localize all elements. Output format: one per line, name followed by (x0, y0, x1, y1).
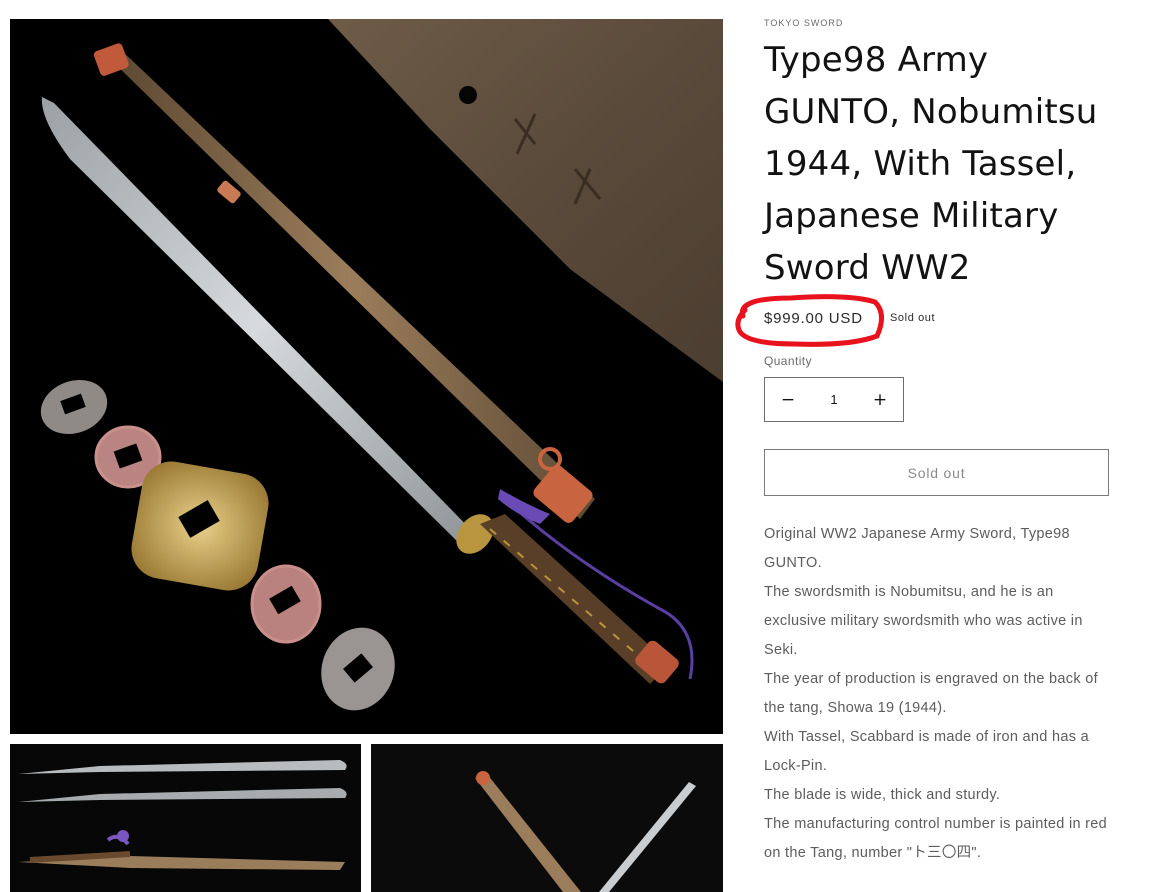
description-paragraph: The manufacturing control number is pain… (764, 816, 1108, 861)
sword-photo (10, 19, 723, 734)
minus-icon[interactable]: − (765, 378, 811, 421)
product-price: $999.00 USD (764, 310, 863, 327)
product-title: Type98 Army GUNTO, Nobumitsu 1944, With … (764, 40, 1098, 288)
quantity-input[interactable] (811, 378, 857, 421)
description-paragraph: The swordsmith is Nobumitsu, and he is a… (764, 584, 1083, 658)
product-description: Original WW2 Japanese Army Sword, Type98… (764, 520, 1114, 868)
description-paragraph: The year of production is engraved on th… (764, 671, 1098, 716)
price-row: $999.00 USD Sold out (735, 294, 1124, 347)
sold-out-button[interactable]: Sold out (764, 449, 1109, 496)
crossed-sword-thumbnail-photo (371, 744, 723, 892)
main-product-image[interactable] (10, 19, 723, 734)
sold-out-badge: Sold out (890, 312, 936, 324)
quantity-stepper: − + (764, 377, 904, 422)
description-paragraph: With Tassel, Scabbard is made of iron an… (764, 729, 1089, 774)
vendor-label: TOKYO SWORD (764, 18, 844, 28)
product-gallery (0, 0, 735, 892)
thumbnail-1[interactable] (10, 744, 361, 892)
sword-thumbnail-photo (10, 744, 361, 892)
description-paragraph: Original WW2 Japanese Army Sword, Type98… (764, 526, 1070, 571)
thumbnail-2[interactable] (371, 744, 723, 892)
quantity-label: Quantity (764, 354, 812, 368)
description-paragraph: The blade is wide, thick and sturdy. (764, 787, 1001, 803)
plus-icon[interactable]: + (857, 378, 903, 421)
